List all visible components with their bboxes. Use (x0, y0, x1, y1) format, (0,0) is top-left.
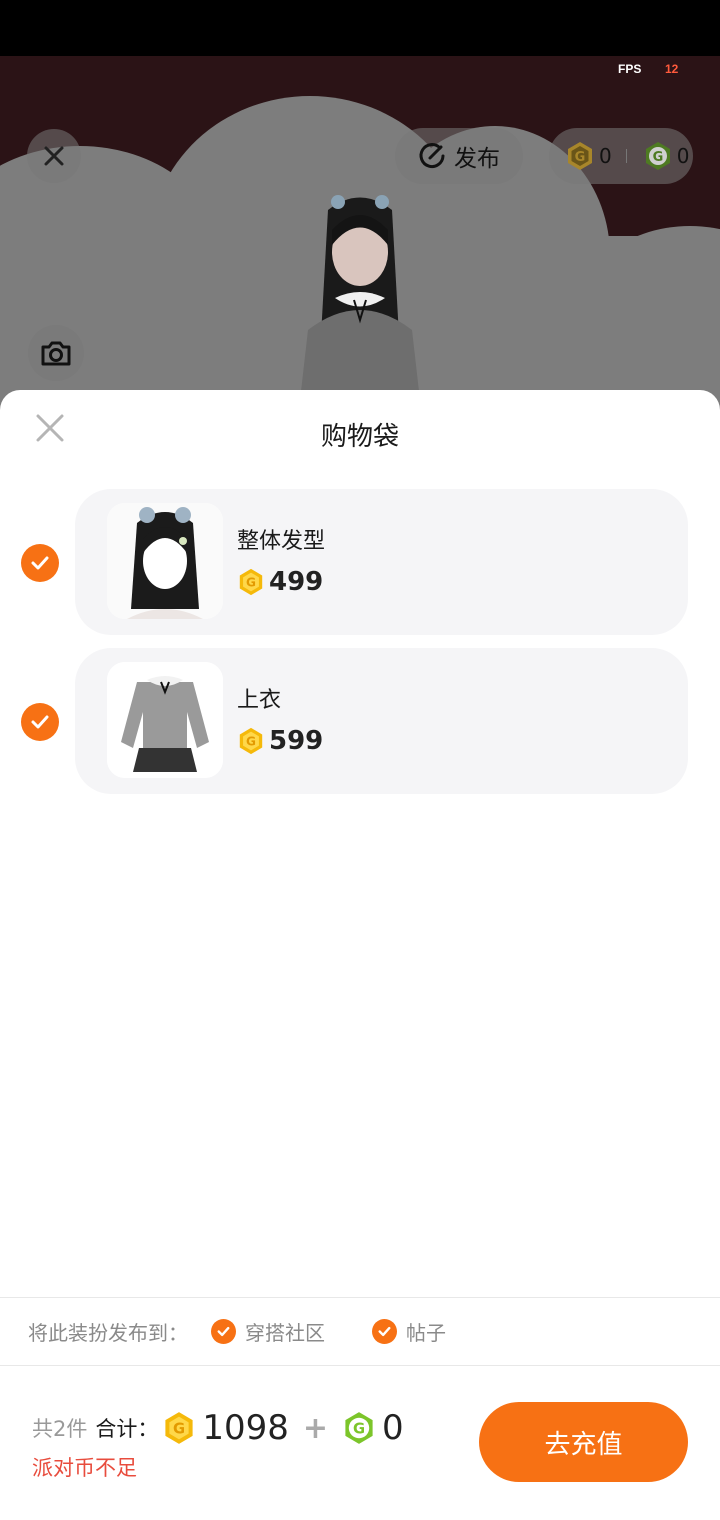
item-checkbox-hairstyle[interactable] (21, 544, 59, 582)
svg-text:G: G (652, 150, 663, 165)
item-count: 共2件 (32, 1417, 88, 1441)
green-total: 0 (382, 1408, 404, 1448)
divider (0, 1297, 720, 1298)
recharge-button[interactable]: 去充值 (479, 1402, 688, 1482)
total-label: 合计： (95, 1417, 159, 1441)
insufficient-balance-warning: 派对币不足 (32, 1456, 137, 1480)
gold-coin-icon: G (239, 568, 263, 596)
item-thumbnail (107, 503, 223, 619)
close-icon (44, 146, 64, 166)
svg-text:G: G (575, 150, 586, 165)
green-balance: 0 (676, 144, 690, 168)
divider (0, 1365, 720, 1366)
item-price: G 599 (237, 726, 323, 756)
publish-label: 发布 (454, 146, 500, 172)
currency-balance[interactable]: G 0 G 0 (549, 128, 693, 184)
publish-option-community[interactable]: 穿搭社区 (245, 1317, 325, 1346)
svg-text:G: G (173, 1421, 185, 1438)
camera-icon (41, 341, 71, 366)
camera-button[interactable] (28, 325, 84, 381)
status-bar (0, 0, 720, 56)
gold-coin-icon: G (239, 727, 263, 755)
check-icon (31, 715, 49, 729)
gold-coin-icon: G (165, 1412, 193, 1444)
hairstyle-thumbnail (107, 503, 223, 619)
item-price-value: 599 (269, 726, 324, 756)
avatar-character (300, 195, 420, 400)
green-coin-icon: G (645, 142, 670, 170)
green-coin-icon: G (345, 1412, 373, 1444)
publish-button[interactable]: 发布 (395, 128, 523, 184)
gold-balance: 0 (599, 144, 612, 168)
fps-value: 12 (665, 62, 679, 76)
cart-item-hairstyle[interactable]: 整体发型 G 499 (75, 489, 688, 635)
plus-sign: + (302, 1410, 329, 1446)
publish-option-post[interactable]: 帖子 (406, 1317, 446, 1346)
top-thumbnail (107, 662, 223, 778)
cart-item-top[interactable]: 上衣 G 599 (75, 648, 688, 794)
item-price-value: 499 (269, 567, 324, 597)
item-thumbnail (107, 662, 223, 778)
svg-text:G: G (246, 576, 256, 590)
item-checkbox-top[interactable] (21, 703, 59, 741)
check-icon (378, 1326, 391, 1337)
item-name: 整体发型 (237, 529, 326, 554)
publish-icon (419, 143, 445, 169)
svg-text:G: G (353, 1421, 365, 1438)
check-icon (31, 556, 49, 570)
publish-option-checkbox-community[interactable] (211, 1319, 236, 1344)
sheet-title: 购物袋 (320, 422, 399, 452)
fps-label: FPS (618, 62, 642, 76)
total-summary: 共2件 合计： G 1098 + G 0 (32, 1408, 404, 1448)
gold-coin-icon: G (568, 142, 592, 170)
svg-text:G: G (246, 735, 256, 749)
close-scene-button[interactable] (27, 129, 81, 183)
item-price: G 499 (237, 567, 323, 597)
check-icon (217, 1326, 230, 1337)
item-name: 上衣 (237, 688, 282, 713)
publish-option-checkbox-post[interactable] (372, 1319, 397, 1344)
gold-total: 1098 (202, 1408, 289, 1448)
publish-to-label: 将此装扮发布到： (28, 1321, 188, 1345)
